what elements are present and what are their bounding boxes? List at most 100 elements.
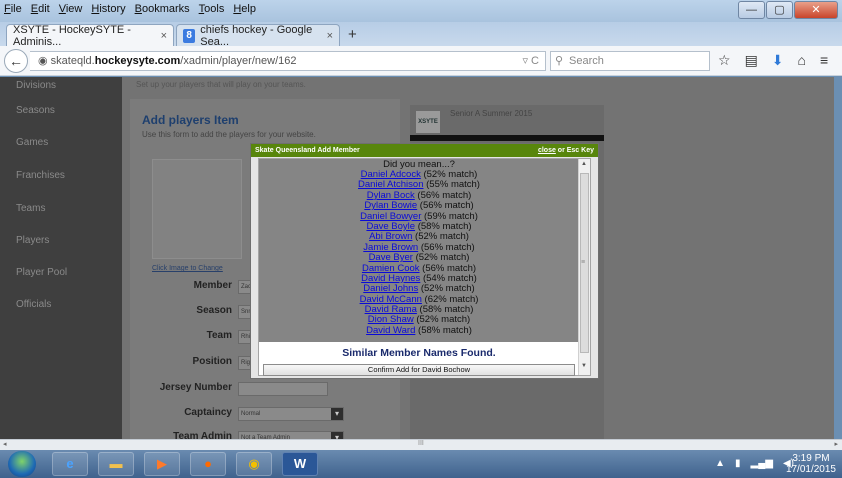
url-prefix: skateqld. (50, 55, 95, 67)
match-percent: (56% match) (420, 241, 475, 253)
network-icon[interactable]: ▮ (735, 458, 741, 469)
jersey-number-input[interactable] (238, 382, 328, 396)
sidebar-item-player-pool[interactable]: Player Pool (16, 267, 67, 278)
captaincy-label: Captaincy (184, 407, 232, 418)
download-icon[interactable]: ⬇ (772, 52, 784, 69)
new-tab-button[interactable]: + (348, 26, 357, 43)
tab-label: chiefs hockey - Google Sea... (200, 23, 313, 48)
close-window-button[interactable]: ✕ (794, 1, 838, 19)
modal-title: Skate Queensland Add Member (255, 147, 360, 154)
bookmarks-list-icon[interactable]: ▤ (745, 52, 758, 69)
jersey-number-label: Jersey Number (159, 382, 232, 393)
sidebar-item-franchises[interactable]: Franchises (16, 170, 65, 181)
match-link[interactable]: Daniel Johns (363, 283, 418, 294)
scroll-grip-icon: III (418, 440, 424, 447)
page-note: Set up your players that will play on yo… (136, 80, 306, 89)
match-percent: (59% match) (424, 210, 478, 222)
match-link[interactable]: David McCann (360, 294, 422, 305)
firefox-icon[interactable]: ● (190, 452, 226, 476)
tab-google-search[interactable]: 8 chiefs hockey - Google Sea... × (176, 23, 340, 48)
match-link[interactable]: Jamie Brown (363, 242, 418, 253)
match-link[interactable]: David Ward (366, 325, 415, 336)
show-hidden-icons-icon[interactable]: ▲ (715, 458, 725, 469)
minimize-button[interactable]: — (738, 1, 765, 19)
season-title: Senior A Summer 2015 (450, 109, 533, 118)
menu-history[interactable]: History (91, 3, 125, 15)
taskbar: e ▬ ▶ ● ◉ W ▲ ▮ ▂▄▆ ◀) 3:19 PM 17/01/201… (0, 450, 842, 478)
search-input[interactable]: ⚲ Search (550, 51, 710, 71)
captaincy-select[interactable]: Normal (238, 407, 344, 421)
sidebar-item-divisions[interactable]: Divisions (16, 80, 56, 91)
player-image[interactable] (152, 159, 242, 259)
match-link[interactable]: Dylan Bowie (364, 200, 417, 211)
menu-file[interactable]: File (4, 3, 22, 15)
scroll-right-arrow-icon[interactable]: ▸ (834, 440, 838, 448)
tab-close-icon[interactable]: × (327, 30, 333, 42)
scroll-up-arrow-icon[interactable]: ▲ (581, 161, 587, 167)
modal-scrollbar[interactable]: ▲ ≡ ▼ (578, 159, 590, 375)
match-link[interactable]: Daniel Atchison (358, 179, 423, 190)
confirm-add-button[interactable]: Confirm Add for David Bochow (263, 364, 575, 376)
tab-close-icon[interactable]: × (161, 30, 167, 42)
title-bar: File Edit View History Bookmarks Tools H… (0, 0, 842, 22)
menu-bar: File Edit View History Bookmarks Tools H… (4, 3, 256, 15)
season-panel-bar (410, 135, 604, 141)
match-percent: (58% match) (419, 304, 474, 316)
clock-date: 17/01/2015 (785, 464, 836, 475)
sidebar-item-teams[interactable]: Teams (16, 203, 45, 214)
menu-tools[interactable]: Tools (199, 3, 225, 15)
match-link[interactable]: Abi Brown (369, 231, 412, 242)
match-link[interactable]: Damien Cook (362, 263, 420, 274)
address-bar[interactable]: ◉ skateqld.hockeysyte.com/xadmin/player/… (30, 51, 546, 71)
team-admin-select[interactable]: Not a Team Admin (238, 431, 344, 439)
sidebar-item-officials[interactable]: Officials (16, 299, 51, 310)
page-subtitle: Use this form to add the players for you… (142, 130, 316, 139)
match-link[interactable]: Dylan Bock (367, 190, 415, 201)
search-placeholder: Search (569, 55, 604, 67)
menu-edit[interactable]: Edit (31, 3, 50, 15)
start-button[interactable] (8, 451, 36, 477)
scroll-down-arrow-icon[interactable]: ▼ (581, 363, 587, 369)
match-percent: (56% match) (419, 200, 474, 212)
sidebar-item-games[interactable]: Games (16, 137, 48, 148)
back-arrow-icon[interactable]: ← (4, 49, 28, 73)
menu-icon[interactable]: ≡ (820, 52, 828, 69)
signal-icon[interactable]: ▂▄▆ (751, 458, 773, 469)
match-link[interactable]: Daniel Bowyer (360, 211, 421, 222)
match-percent: (52% match) (420, 283, 475, 295)
match-percent: (58% match) (418, 324, 472, 336)
horizontal-scrollbar[interactable]: ◂ III ▸ (0, 439, 842, 450)
match-list: Did you mean...? Daniel Adcock (52% matc… (259, 159, 579, 342)
match-link[interactable]: Dave Byer (369, 252, 413, 263)
menu-view[interactable]: View (59, 3, 83, 15)
word-icon[interactable]: W (282, 452, 318, 476)
change-image-link[interactable]: Click Image to Change (152, 265, 223, 272)
chrome-icon[interactable]: ◉ (236, 452, 272, 476)
url-domain: hockeysyte.com (94, 55, 181, 67)
internet-explorer-icon[interactable]: e (52, 452, 88, 476)
file-explorer-icon[interactable]: ▬ (98, 452, 134, 476)
modal-close-link[interactable]: close (538, 147, 556, 154)
media-player-icon[interactable]: ▶ (144, 452, 180, 476)
scroll-left-arrow-icon[interactable]: ◂ (3, 440, 7, 448)
url-path: /xadmin/player/new/162 (180, 55, 297, 67)
bookmark-star-icon[interactable]: ☆ (718, 52, 731, 69)
match-percent: (58% match) (417, 220, 472, 232)
tab-xsyte-admin[interactable]: XSYTE - HockeySYTE - Adminis... × (6, 24, 174, 48)
match-link[interactable]: Dave Boyle (366, 221, 415, 232)
match-link[interactable]: Daniel Adcock (361, 169, 421, 180)
maximize-button[interactable]: ▢ (766, 1, 793, 19)
menu-help[interactable]: Help (233, 3, 256, 15)
menu-bookmarks[interactable]: Bookmarks (135, 3, 190, 15)
match-link[interactable]: Dion Shaw (368, 314, 414, 325)
navigation-bar: ← ◉ skateqld.hockeysyte.com/xadmin/playe… (0, 46, 842, 76)
sidebar-item-seasons[interactable]: Seasons (16, 105, 55, 116)
system-clock[interactable]: 3:19 PM 17/01/2015 (786, 453, 836, 475)
home-icon[interactable]: ⌂ (798, 52, 806, 69)
modal-body: Did you mean...? Daniel Adcock (52% matc… (258, 158, 591, 376)
match-link[interactable]: David Haynes (361, 273, 420, 284)
reload-icon[interactable]: ▿ C (522, 52, 539, 70)
sidebar-item-players[interactable]: Players (16, 235, 49, 246)
match-link[interactable]: David Rama (365, 304, 417, 315)
toolbar-icons: ☆ ▤ ⬇ ⌂ ≡ (718, 52, 828, 69)
